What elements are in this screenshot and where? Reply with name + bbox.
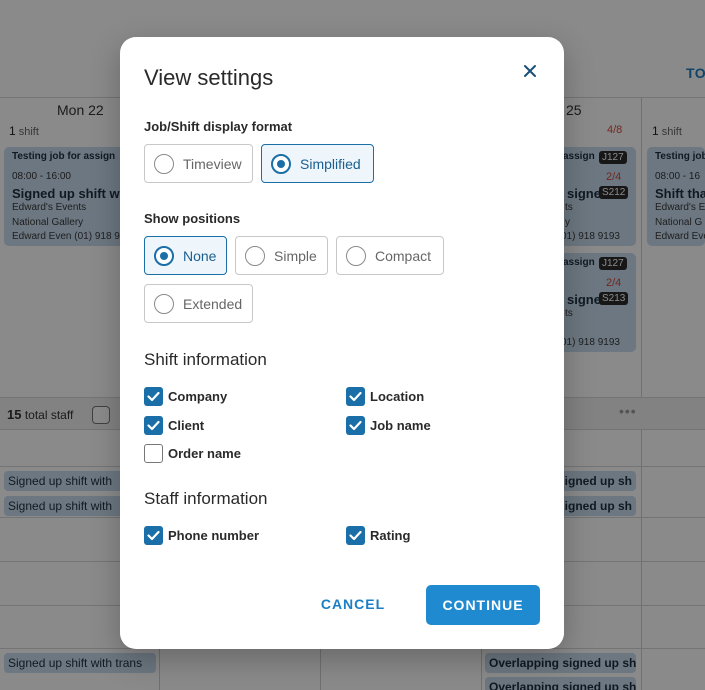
option-simple[interactable]: Simple [235, 236, 328, 275]
shift-information-title: Shift information [144, 350, 267, 369]
checkbox-checked [346, 387, 365, 406]
checkbox-order-name[interactable]: Order name [144, 444, 284, 464]
checkbox-location[interactable]: Location [346, 387, 486, 407]
checkbox-checked [144, 526, 163, 545]
dialog-title: View settings [144, 65, 274, 90]
show-positions-label: Show positions [144, 211, 241, 226]
radio-icon [154, 294, 174, 314]
check-icon [147, 530, 160, 541]
checkbox-client[interactable]: Client [144, 416, 284, 436]
check-icon [147, 391, 160, 402]
option-extended[interactable]: Extended [144, 284, 253, 323]
radio-icon [245, 246, 265, 266]
display-format-label: Job/Shift display format [144, 119, 293, 134]
checkbox-phone-number[interactable]: Phone number [144, 526, 304, 546]
checkbox-checked [144, 387, 163, 406]
checkbox-unchecked [144, 444, 163, 463]
close-icon [524, 65, 536, 77]
checkbox-checked [346, 526, 365, 545]
checkbox-company[interactable]: Company [144, 387, 284, 407]
continue-button[interactable]: CONTINUE [426, 585, 540, 625]
radio-icon [154, 154, 174, 174]
option-timeview[interactable]: Timeview [144, 144, 253, 183]
staff-information-title: Staff information [144, 489, 268, 508]
option-none[interactable]: None [144, 236, 227, 275]
checkbox-rating[interactable]: Rating [346, 526, 486, 546]
check-icon [349, 420, 362, 431]
radio-icon [154, 246, 174, 266]
checkbox-checked [144, 416, 163, 435]
check-icon [349, 530, 362, 541]
check-icon [147, 420, 160, 431]
cancel-button[interactable]: CANCEL [313, 589, 393, 619]
checkbox-checked [346, 416, 365, 435]
checkbox-job-name[interactable]: Job name [346, 416, 486, 436]
close-button[interactable] [520, 61, 540, 81]
option-compact[interactable]: Compact [336, 236, 444, 275]
view-settings-dialog: View settings Job/Shift display format T… [120, 37, 564, 649]
check-icon [349, 391, 362, 402]
radio-icon [346, 246, 366, 266]
radio-icon [271, 154, 291, 174]
option-simplified[interactable]: Simplified [261, 144, 374, 183]
